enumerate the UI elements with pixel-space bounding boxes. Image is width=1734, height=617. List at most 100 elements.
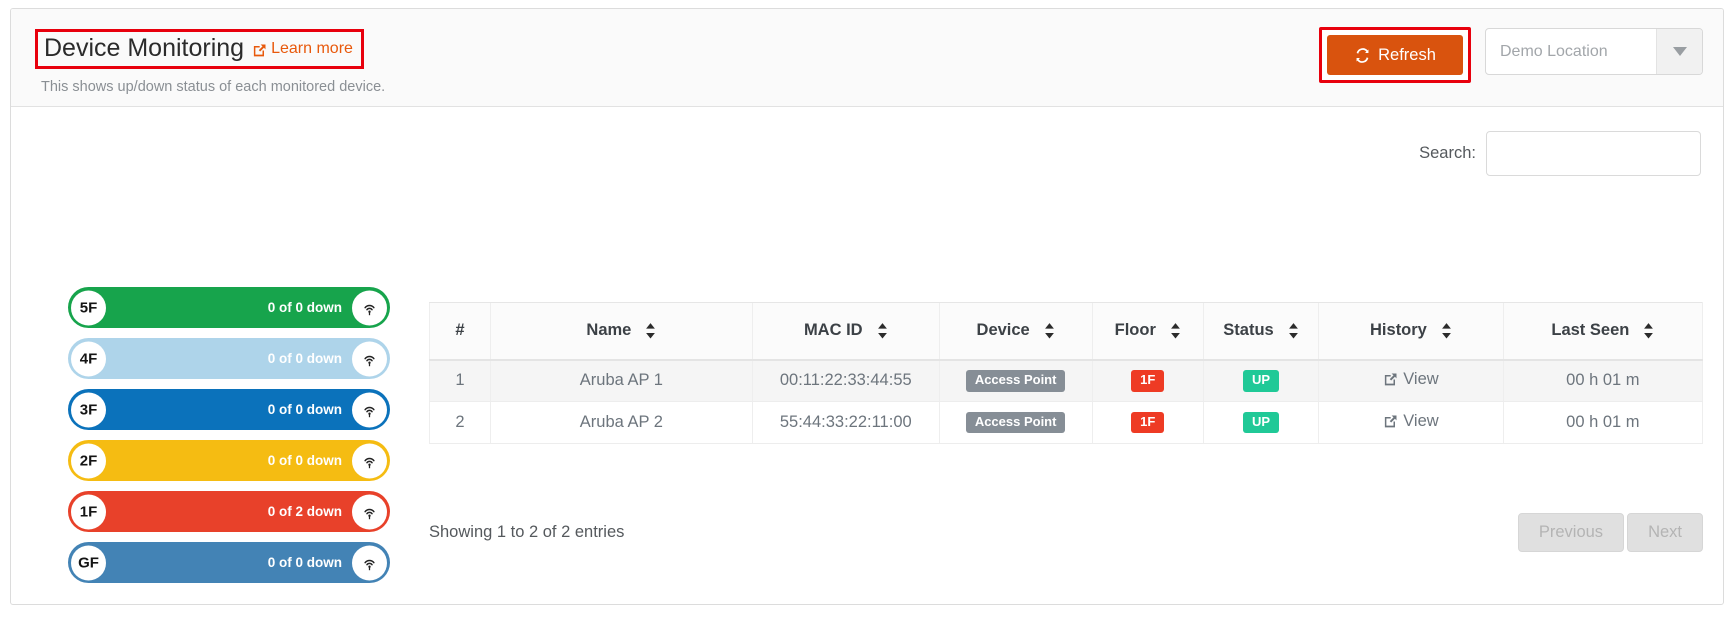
card-body: Search: 5F 0 of 0 down 4F 0 of 0 down 3F… (11, 107, 1723, 604)
floor-bar-3f[interactable]: 3F 0 of 0 down (68, 389, 390, 430)
learn-more-link[interactable]: Learn more (252, 40, 353, 58)
column-header-status[interactable]: Status (1202, 302, 1319, 361)
column-label: Floor (1114, 321, 1156, 340)
floor-label-1f: 1F (71, 494, 106, 529)
chevron-down-icon[interactable] (1656, 29, 1702, 74)
cell-device: Access Point (938, 359, 1093, 402)
floor-count-4f: 0 of 0 down (267, 351, 342, 366)
table-row[interactable]: 2 Aruba AP 2 55:44:33:22:11:00 Access Po… (429, 401, 1704, 444)
floor-count-3f: 0 of 0 down (267, 402, 342, 417)
view-history-link[interactable]: View (1383, 411, 1439, 431)
next-page-button[interactable]: Next (1627, 513, 1703, 552)
header-controls: Refresh Demo Location (1319, 27, 1703, 83)
sort-icon (1441, 322, 1452, 339)
column-header-floor[interactable]: Floor (1091, 302, 1204, 361)
cell-history: View (1318, 359, 1504, 402)
floor-label-5f: 5F (71, 290, 106, 325)
floor-bar-2f[interactable]: 2F 0 of 0 down (68, 440, 390, 481)
column-label: Device (976, 321, 1030, 340)
search-row: Search: (1419, 131, 1701, 176)
floor-count-1f: 0 of 2 down (267, 504, 342, 519)
cell-name: Aruba AP 2 (489, 401, 753, 444)
access-point-icon (352, 290, 387, 325)
floor-bar-1f[interactable]: 1F 0 of 2 down (68, 491, 390, 532)
search-label: Search: (1419, 144, 1476, 162)
column-label: Name (586, 321, 632, 340)
column-header-index: # (429, 302, 491, 361)
refresh-button[interactable]: Refresh (1327, 35, 1463, 75)
pagination: Previous Next (1517, 513, 1703, 552)
card-header: Device Monitoring Learn more This shows … (11, 9, 1723, 107)
floor-label-4f: 4F (71, 341, 106, 376)
access-point-icon (352, 392, 387, 427)
page-title-highlight: Device Monitoring Learn more (35, 29, 364, 70)
cell-history: View (1318, 401, 1504, 444)
cell-name: Aruba AP 1 (489, 359, 753, 402)
column-header-history[interactable]: History (1318, 302, 1504, 361)
device-badge: Access Point (965, 411, 1066, 434)
cell-last-seen: 00 h 01 m (1502, 401, 1704, 444)
cell-floor: 1F (1091, 401, 1204, 444)
cell-status: UP (1202, 359, 1319, 402)
status-badge: UP (1242, 369, 1280, 392)
floor-count-2f: 0 of 0 down (267, 453, 342, 468)
external-link-icon (1383, 372, 1398, 387)
view-label: View (1403, 369, 1439, 388)
refresh-button-highlight: Refresh (1319, 27, 1471, 83)
floor-label-2f: 2F (71, 443, 106, 478)
cell-mac-id: 00:11:22:33:44:55 (751, 359, 940, 402)
view-history-link[interactable]: View (1383, 369, 1439, 389)
location-select-value: Demo Location (1500, 42, 1608, 60)
access-point-icon (352, 341, 387, 376)
device-table: # Name MAC ID Device Floor Status Histor… (429, 302, 1704, 444)
external-link-icon (252, 43, 267, 58)
column-header-mac-id[interactable]: MAC ID (751, 302, 940, 361)
floor-status-list: 5F 0 of 0 down 4F 0 of 0 down 3F 0 of 0 … (68, 287, 390, 593)
view-label: View (1403, 411, 1439, 430)
floor-bar-gf[interactable]: GF 0 of 0 down (68, 542, 390, 583)
page-title: Device Monitoring (44, 34, 245, 62)
page-root: Device Monitoring Learn more This shows … (0, 0, 1734, 617)
column-header-name[interactable]: Name (489, 302, 753, 361)
sort-icon (645, 322, 656, 339)
floor-bar-4f[interactable]: 4F 0 of 0 down (68, 338, 390, 379)
sort-icon (1643, 322, 1654, 339)
floor-label-3f: 3F (71, 392, 106, 427)
table-head: # Name MAC ID Device Floor Status Histor… (429, 302, 1704, 361)
column-label: MAC ID (803, 321, 863, 340)
floor-bar-5f[interactable]: 5F 0 of 0 down (68, 287, 390, 328)
device-badge: Access Point (965, 369, 1066, 392)
floor-badge: 1F (1131, 411, 1165, 434)
location-select[interactable]: Demo Location (1485, 28, 1703, 75)
column-header-last-seen[interactable]: Last Seen (1502, 302, 1704, 361)
table-footer: Showing 1 to 2 of 2 entries Previous Nex… (429, 513, 1703, 552)
refresh-icon (1354, 47, 1371, 64)
device-monitoring-card: Device Monitoring Learn more This shows … (10, 8, 1724, 605)
column-label: Status (1223, 321, 1274, 340)
floor-count-5f: 0 of 0 down (267, 300, 342, 315)
floor-count-gf: 0 of 0 down (267, 555, 342, 570)
refresh-label: Refresh (1378, 45, 1436, 64)
column-label: # (455, 321, 465, 340)
device-table-wrapper: # Name MAC ID Device Floor Status Histor… (429, 302, 1704, 444)
column-header-device[interactable]: Device (938, 302, 1093, 361)
cell-status: UP (1202, 401, 1319, 444)
learn-more-label: Learn more (271, 39, 353, 57)
cell-device: Access Point (938, 401, 1093, 444)
status-badge: UP (1242, 411, 1280, 434)
table-row[interactable]: 1 Aruba AP 1 00:11:22:33:44:55 Access Po… (429, 359, 1704, 402)
sort-icon (1044, 322, 1055, 339)
sort-icon (877, 322, 888, 339)
floor-badge: 1F (1131, 369, 1165, 392)
column-label: History (1370, 321, 1427, 340)
cell-mac-id: 55:44:33:22:11:00 (751, 401, 940, 444)
cell-floor: 1F (1091, 359, 1204, 402)
showing-entries-label: Showing 1 to 2 of 2 entries (429, 523, 625, 541)
search-input[interactable] (1486, 131, 1701, 176)
access-point-icon (352, 443, 387, 478)
sort-icon (1288, 322, 1299, 339)
previous-page-button[interactable]: Previous (1517, 513, 1625, 552)
cell-last-seen: 00 h 01 m (1502, 359, 1704, 402)
external-link-icon (1383, 414, 1398, 429)
column-label: Last Seen (1551, 321, 1630, 340)
